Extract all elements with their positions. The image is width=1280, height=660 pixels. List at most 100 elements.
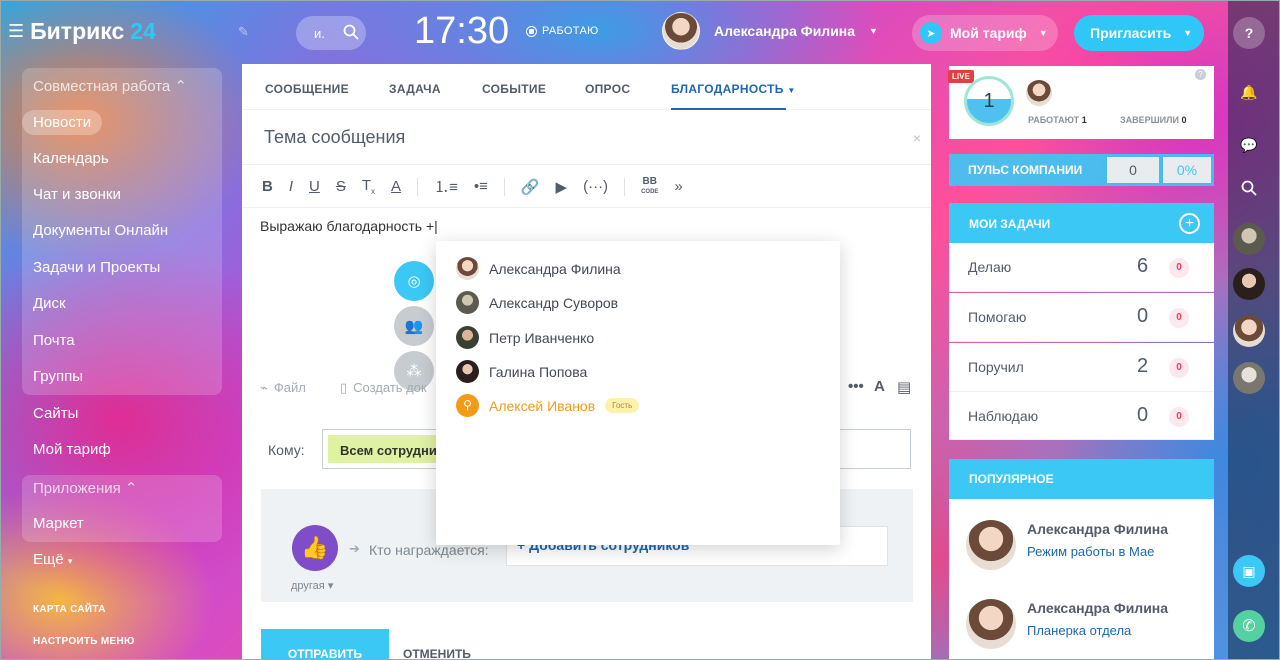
help-icon[interactable]: ? [1195,69,1206,80]
live-badge: LIVE [948,70,974,83]
avatar[interactable] [1233,268,1265,300]
menu-group-title-collab[interactable]: Совместная работа ⌃ [33,77,187,95]
send-button[interactable]: ОТПРАВИТЬ [261,629,389,660]
users-icon[interactable]: 👥 [394,306,434,346]
menu-item-docs[interactable]: Документы Онлайн [33,222,168,239]
task-row-label: Делаю [968,259,1012,275]
post-topic-link[interactable]: Планерка отдела [1027,623,1131,638]
post-topic-link[interactable]: Режим работы в Мае [1027,544,1154,559]
work-status-button[interactable]: РАБОТАЮ [526,25,599,37]
subject-input[interactable]: Тема сообщения [264,127,405,148]
mention-popup: Александра Филина Александр Суворов Петр… [436,241,840,545]
bulleted-list-icon[interactable]: •≡ [474,178,488,195]
menu-item-disk[interactable]: Диск [33,295,66,312]
my-tariff-button[interactable]: ➤ Мой тариф ▼ [912,15,1058,51]
code-icon[interactable]: (···) [583,178,608,195]
user-menu[interactable]: Александра Филина ▼ [662,12,878,50]
search-input[interactable]: и. [296,16,366,50]
avatar [456,291,479,314]
top-bar: ☰ Битрикс 24 ✎ и. 17:30 РАБОТАЮ Александ… [0,0,1228,62]
more-dots-icon[interactable]: ••• [848,378,864,395]
avatar[interactable] [1233,315,1265,347]
list-item-guest[interactable]: ⚲ Алексей Иванов Гость [456,394,640,417]
avatar [662,12,700,50]
more-icon[interactable]: » [674,178,682,195]
text-color-icon[interactable]: A [391,178,401,195]
list-item[interactable]: Галина Попова [456,360,587,383]
menu-item-mail[interactable]: Почта [33,332,75,349]
task-row-helping[interactable]: Помогаю 0 0 [949,293,1214,342]
bbcode-icon[interactable]: BB CODE [641,176,658,197]
tab-poll[interactable]: ОПРОС [585,82,630,96]
pencil-icon[interactable]: ✎ [238,24,249,40]
list-item[interactable]: Александр Суворов [456,291,618,314]
pulse-percent: 0% [1163,157,1211,183]
avatar[interactable] [1233,223,1265,255]
menu-item-calendar[interactable]: Календарь [33,150,109,167]
tab-task[interactable]: ЗАДАЧА [389,82,441,96]
video-icon[interactable]: ▶ [556,178,568,196]
overdue-badge: 0 [1169,308,1189,328]
menu-item-more[interactable]: Ещё ▾ [33,551,72,568]
overdue-badge: 0 [1169,407,1189,427]
attach-file-button[interactable]: ⌁ Файл [260,380,306,396]
chat-icon[interactable]: 💬 [1233,129,1265,161]
bold-icon[interactable]: B [262,178,273,195]
panel-icon[interactable]: ▤ [897,378,911,396]
menu-item-news[interactable]: Новости [22,110,103,135]
avatar[interactable] [1233,362,1265,394]
work-status-label: РАБОТАЮ [542,25,599,37]
list-item[interactable]: Петр Иванченко [456,326,594,349]
thumbs-up-icon[interactable]: 👍 [292,525,338,571]
tab-event[interactable]: СОБЫТИЕ [482,82,546,96]
italic-icon[interactable]: I [289,178,293,195]
task-row-count: 2 [1137,355,1149,377]
configure-menu-link[interactable]: НАСТРОИТЬ МЕНЮ [33,636,135,647]
task-row-watching[interactable]: Наблюдаю 0 0 [949,392,1214,440]
bell-icon[interactable]: 🔔 [1233,76,1265,108]
menu-burger-icon[interactable]: ☰ [8,21,24,42]
avatar[interactable] [1026,80,1052,106]
tab-gratitude[interactable]: БЛАГОДАРНОСТЬ ▼ [671,82,796,110]
clear-format-icon[interactable]: Tx [362,177,375,196]
sitemap-link[interactable]: КАРТА САЙТА [33,604,106,615]
search-icon[interactable] [343,24,359,43]
message-body[interactable]: Выражаю благодарность +| [260,218,438,234]
cancel-button[interactable]: ОТМЕНИТЬ [403,647,471,660]
badge-type-select[interactable]: другая ▾ [291,579,333,592]
task-row-doing[interactable]: Делаю 6 0 [949,243,1214,292]
recipient-chip[interactable]: Всем сотрудникам [328,435,448,463]
text-format-icon[interactable]: A [874,378,885,395]
menu-item-tariff[interactable]: Мой тариф [33,441,111,458]
popular-post[interactable]: Александра Филина Планерка отдела [949,587,1214,660]
mention-icon[interactable]: ◎ [394,261,434,301]
close-icon[interactable]: × [913,130,921,146]
numbered-list-icon[interactable]: ⒈≡ [434,176,458,197]
create-doc-button[interactable]: ▯ Создать док [340,380,427,396]
logo[interactable]: ☰ Битрикс 24 [8,18,156,45]
menu-item-chat[interactable]: Чат и звонки [33,186,121,203]
phone-icon[interactable]: ✆ [1233,610,1265,642]
menu-item-groups[interactable]: Группы [33,368,83,385]
popular-post[interactable]: Александра Филина Режим работы в Мае [949,508,1214,586]
menu-item-market[interactable]: Маркет [33,515,84,532]
underline-icon[interactable]: U [309,178,320,195]
contact-center-icon[interactable]: ▣ [1233,555,1265,587]
help-icon[interactable]: ? [1233,17,1265,49]
company-pulse[interactable]: ПУЛЬС КОМПАНИИ 0 0% [949,154,1214,186]
search-icon[interactable] [1233,172,1265,204]
task-row-assigned[interactable]: Поручил 2 0 [949,343,1214,392]
menu-group-title-apps[interactable]: Приложения ⌃ [33,479,138,497]
strikethrough-icon[interactable]: S [336,178,346,195]
list-item[interactable]: Александра Филина [456,257,621,280]
chevron-down-icon: ▼ [869,26,878,36]
person-name: Петр Иванченко [489,329,595,346]
chevron-down-icon: ▼ [1038,28,1048,38]
menu-item-sites[interactable]: Сайты [33,405,78,422]
tab-message[interactable]: СООБЩЕНИЕ [265,82,349,96]
menu-item-tasks[interactable]: Задачи и Проекты [33,259,160,276]
link-icon[interactable]: 🔗 [521,178,540,196]
working-count[interactable]: 1 [964,76,1014,126]
invite-button[interactable]: Пригласить ▼ [1074,15,1204,51]
add-task-icon[interactable]: + [1179,213,1200,234]
